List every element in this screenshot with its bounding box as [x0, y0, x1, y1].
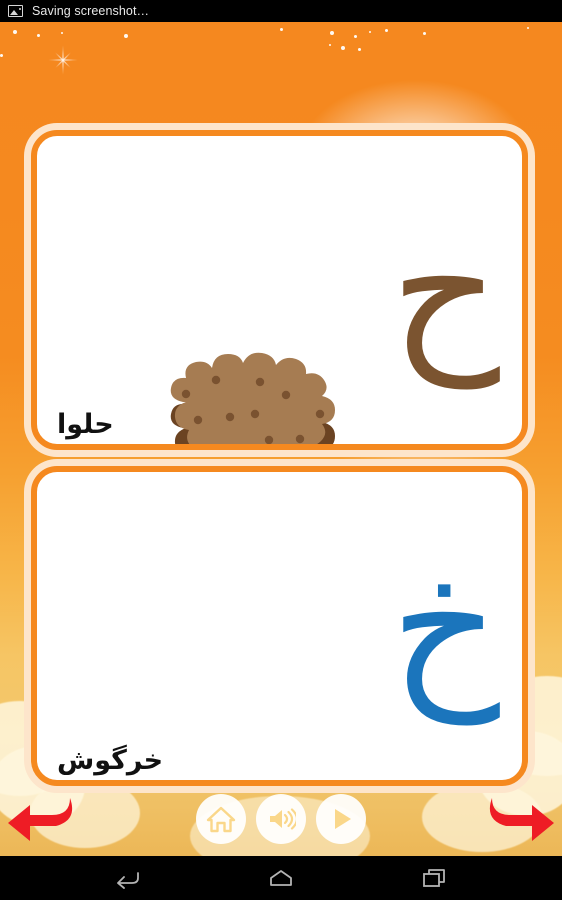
nav-back-button[interactable]	[109, 863, 145, 893]
card-word-khay: خرگوش	[57, 745, 164, 776]
sparkle-dot	[354, 35, 357, 38]
card-letter-hay: ح	[390, 191, 500, 389]
android-navigation-bar	[0, 856, 562, 900]
status-notification-text: Saving screenshot…	[32, 4, 150, 18]
sound-button[interactable]	[256, 794, 306, 844]
image-icon	[8, 5, 23, 17]
sparkle-dot	[13, 30, 17, 34]
sparkle-dot	[37, 34, 40, 37]
nav-recents-button[interactable]	[417, 863, 453, 893]
play-button[interactable]	[316, 794, 366, 844]
flashcard-khay[interactable]: خرگوش خ	[31, 466, 528, 786]
home-button[interactable]	[196, 794, 246, 844]
arrow-right-icon[interactable]	[474, 796, 558, 846]
sparkle-dot	[385, 29, 388, 32]
back-arrow-icon	[117, 872, 139, 889]
arrow-left-icon[interactable]	[4, 796, 88, 846]
sparkle-dot	[369, 31, 371, 33]
sparkle-dot	[527, 27, 529, 29]
sparkle-dot	[423, 32, 426, 35]
play-icon	[335, 809, 351, 829]
card-letter-khay: خ	[390, 527, 500, 725]
sparkle-dot	[0, 54, 3, 57]
speaker-icon	[270, 808, 296, 830]
sparkle-dot	[280, 28, 283, 31]
sparkle-dot	[358, 48, 361, 51]
halwa-cookie-icon	[170, 352, 335, 444]
flashcard-hay[interactable]: حلوا ح	[31, 130, 528, 450]
screen: Saving screenshot… حلوا ح خرگوش خ	[0, 0, 562, 900]
sparkle-dot	[330, 31, 334, 35]
sparkle-star	[48, 45, 78, 75]
sparkle-dot	[124, 34, 128, 38]
sparkle-dot	[329, 44, 331, 46]
sparkle-dot	[61, 32, 63, 34]
android-status-bar: Saving screenshot…	[0, 0, 562, 22]
card-word-hay: حلوا	[57, 409, 114, 440]
recents-icon	[423, 869, 445, 887]
home-icon	[206, 806, 236, 833]
home-outline-icon	[270, 870, 292, 886]
nav-home-button[interactable]	[263, 863, 299, 893]
sparkle-dot	[341, 46, 345, 50]
